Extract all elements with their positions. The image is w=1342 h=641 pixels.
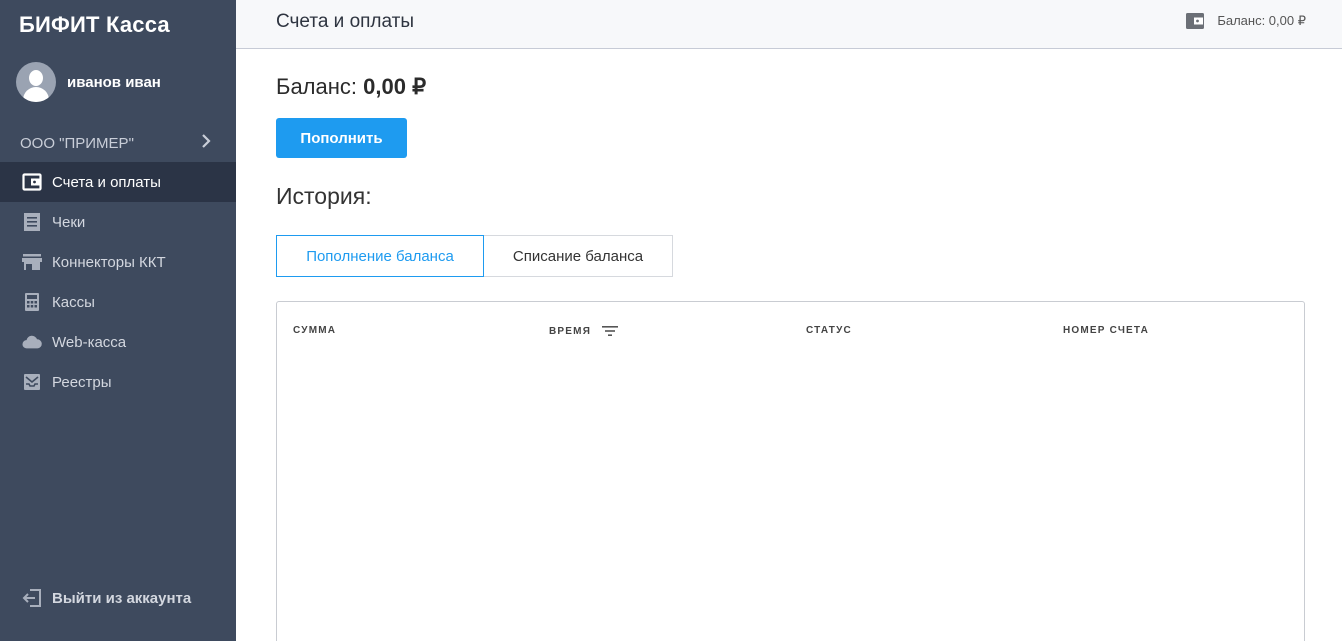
top-bar: Счета и оплаты Баланс: 0,00 ₽ [236, 0, 1342, 49]
column-header-label: СУММА [293, 325, 337, 336]
history-title: История: [276, 183, 372, 209]
column-header-status[interactable]: СТАТУС [806, 325, 852, 336]
brand-logo: БИФИТ Касса [19, 12, 170, 37]
sidebar-item-label: Web-касса [52, 333, 127, 351]
store-icon [22, 252, 42, 272]
balance-display: Баланс: 0,00 ₽ [276, 74, 426, 100]
tab-balance-topups[interactable]: Пополнение баланса [276, 235, 484, 277]
sidebar-item-label: Реестры [52, 373, 112, 391]
sidebar-item-connectors[interactable]: Коннекторы ККТ [0, 242, 236, 282]
calculator-icon [22, 292, 42, 312]
user-name: иванов иван [67, 73, 161, 91]
wallet-icon [1185, 11, 1205, 31]
sidebar-item-label: Чеки [52, 213, 86, 231]
balance-value: 0,00 ₽ [363, 74, 427, 99]
sidebar-item-label: Коннекторы ККТ [52, 253, 166, 271]
page-title: Счета и оплаты [276, 11, 415, 32]
column-header-amount[interactable]: СУММА [293, 325, 336, 336]
sidebar-item-label: Кассы [52, 293, 95, 311]
sidebar-item-cashboxes[interactable]: Кассы [0, 282, 236, 322]
inbox-icon [22, 372, 42, 392]
sidebar-item-receipts[interactable]: Чеки [0, 202, 236, 242]
logout-icon [22, 588, 42, 608]
column-header-label: ВРЕМЯ [549, 325, 592, 337]
balance-prefix: Баланс: [276, 74, 358, 99]
wallet-icon [22, 172, 42, 192]
column-header-label: НОМЕР СЧЕТА [1063, 325, 1150, 336]
logout-label: Выйти из аккаунта [52, 589, 192, 607]
avatar [16, 62, 56, 102]
sidebar-item-web-kassa[interactable]: Web-касса [0, 322, 236, 362]
sidebar-item-accounts[interactable]: Счета и оплаты [0, 162, 236, 202]
sidebar: БИФИТ Касса иванов иван ООО "ПРИМЕР" Сче… [0, 0, 236, 641]
sidebar-item-label: Счета и оплаты [52, 173, 161, 191]
header-balance-label: Баланс: 0,00 ₽ [1217, 13, 1306, 28]
header-balance: Баланс: 0,00 ₽ [1185, 11, 1306, 31]
logout-button[interactable]: Выйти из аккаунта [0, 578, 236, 618]
receipt-icon [22, 212, 42, 232]
sidebar-item-registries[interactable]: Реестры [0, 362, 236, 402]
organization-name: ООО "ПРИМЕР" [20, 134, 134, 152]
history-table: СУММА ВРЕМЯ СТАТУС НОМЕР СЧЕТА [276, 301, 1305, 641]
chevron-right-icon [201, 133, 211, 154]
column-header-account-number[interactable]: НОМЕР СЧЕТА [1063, 325, 1149, 336]
tab-balance-writeoffs[interactable]: Списание баланса [484, 235, 673, 277]
column-header-time[interactable]: ВРЕМЯ [549, 325, 619, 337]
column-header-label: СТАТУС [806, 325, 852, 336]
user-profile[interactable]: иванов иван [16, 62, 161, 102]
organization-selector[interactable]: ООО "ПРИМЕР" [0, 127, 236, 159]
sidebar-nav: Счета и оплаты Чеки Коннекторы ККТ Кассы… [0, 162, 236, 402]
cloud-icon [22, 332, 42, 352]
filter-sort-icon[interactable] [602, 325, 619, 337]
history-tabs: Пополнение баланса Списание баланса [276, 235, 673, 277]
topup-button[interactable]: Пополнить [276, 118, 407, 158]
